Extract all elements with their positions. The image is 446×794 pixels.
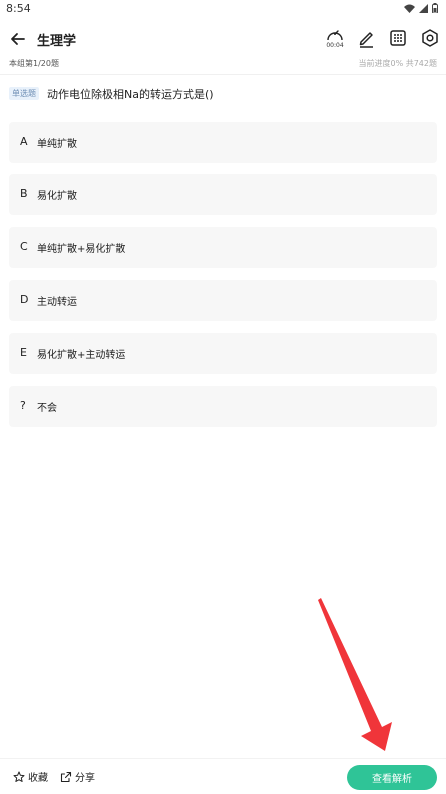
- question: 单选题 动作电位除极相Na的转运方式是(): [9, 86, 437, 102]
- option-letter: ?: [20, 399, 26, 412]
- favorite-label: 收藏: [28, 773, 48, 784]
- option-text: 易化扩散: [37, 191, 77, 202]
- grid-icon[interactable]: [387, 27, 409, 49]
- option-dont-know[interactable]: ? 不会: [9, 386, 437, 427]
- wifi-icon: [404, 4, 415, 13]
- option-d[interactable]: D 主动转运: [9, 280, 437, 321]
- star-icon: [13, 771, 25, 782]
- option-text: 不会: [37, 403, 57, 414]
- option-a[interactable]: A 单纯扩散: [9, 122, 437, 163]
- option-letter: E: [20, 346, 27, 359]
- overall-progress: 当前进度0% 共742题: [358, 59, 437, 68]
- option-letter: B: [20, 187, 28, 200]
- view-analysis-label: 查看解析: [372, 774, 412, 785]
- share-icon: [60, 771, 72, 782]
- settings-icon[interactable]: [419, 27, 441, 49]
- option-text: 易化扩散+主动转运: [37, 350, 126, 361]
- signal-icon: [419, 3, 428, 13]
- share-label: 分享: [75, 773, 95, 784]
- option-text: 单纯扩散+易化扩散: [37, 244, 126, 255]
- view-analysis-button[interactable]: 查看解析: [347, 765, 437, 790]
- status-bar: 8:54: [0, 0, 446, 18]
- question-text: 动作电位除极相Na的转运方式是(): [47, 88, 214, 101]
- question-type-badge: 单选题: [9, 87, 39, 100]
- edit-icon[interactable]: [355, 27, 377, 49]
- bottom-bar: 收藏 分享 查看解析: [0, 758, 446, 794]
- option-text: 主动转运: [37, 297, 77, 308]
- app-bar: 生理学 00:04: [0, 24, 446, 54]
- status-icons: [404, 3, 438, 13]
- option-letter: A: [20, 135, 28, 148]
- battery-icon: [432, 3, 438, 13]
- option-letter: D: [20, 293, 29, 306]
- timer-text: 00:04: [326, 42, 344, 49]
- option-c[interactable]: C 单纯扩散+易化扩散: [9, 227, 437, 268]
- share-button[interactable]: 分享: [60, 769, 95, 784]
- favorite-button[interactable]: 收藏: [13, 769, 48, 784]
- option-e[interactable]: E 易化扩散+主动转运: [9, 333, 437, 374]
- option-letter: C: [20, 240, 28, 253]
- group-progress: 本组第1/20题: [9, 59, 59, 68]
- timer-button[interactable]: 00:04: [322, 26, 348, 52]
- progress-row: 本组第1/20题 当前进度0% 共742题: [0, 57, 446, 71]
- status-time: 8:54: [6, 2, 31, 15]
- option-b[interactable]: B 易化扩散: [9, 174, 437, 215]
- option-text: 单纯扩散: [37, 139, 77, 150]
- page-title: 生理学: [37, 34, 77, 49]
- divider: [0, 74, 446, 75]
- back-arrow-icon[interactable]: [8, 29, 28, 49]
- timer-icon: [327, 30, 343, 41]
